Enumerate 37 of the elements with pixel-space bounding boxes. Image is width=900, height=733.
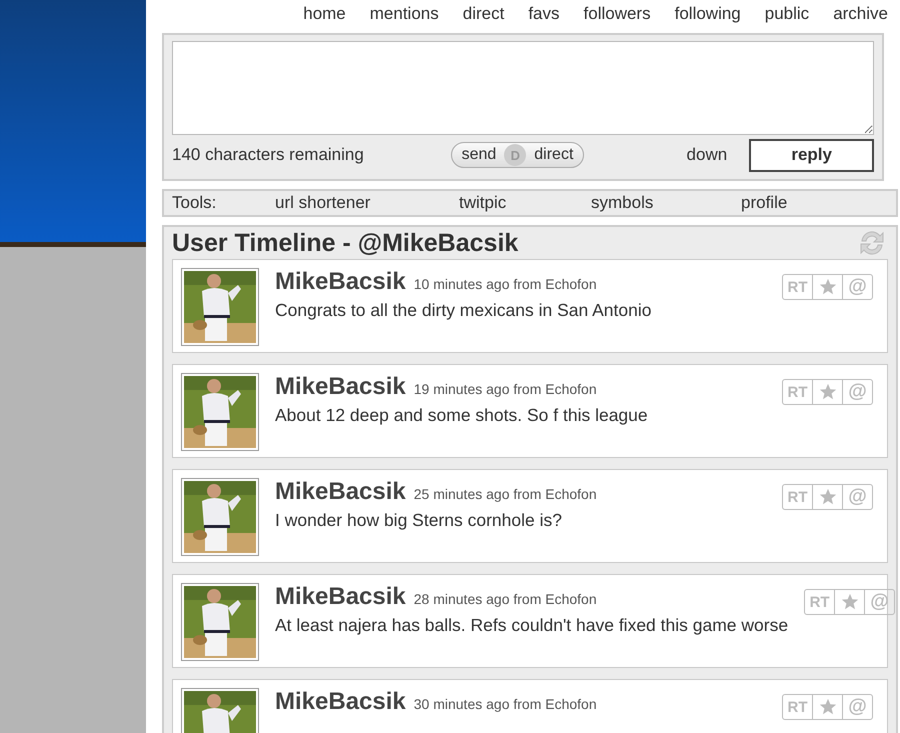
tweet-meta: 19 minutes ago from Echofon <box>414 381 597 397</box>
tools-label: Tools: <box>172 193 218 213</box>
nav-link[interactable]: mentions <box>358 4 451 24</box>
tweet-meta: 30 minutes ago from Echofon <box>414 696 597 712</box>
tool-link[interactable]: profile <box>741 193 788 213</box>
nav-link[interactable]: followers <box>572 4 663 24</box>
nav-link[interactable]: archive <box>821 4 898 24</box>
reply-button[interactable]: reply <box>749 138 874 172</box>
tweet-input-field[interactable] <box>172 41 874 135</box>
tweet-text: I wonder how big Sterns cornhole is? <box>275 510 563 531</box>
tweet-text: At least najera has balls. Refs couldn't have fixed this game worse <box>275 615 788 636</box>
username-link[interactable]: MikeBacsik <box>275 478 406 506</box>
character-counter: 140 characters remaining <box>172 145 365 165</box>
tweet-text: About 12 deep and some shots. So f this league <box>275 405 649 426</box>
nav-link[interactable]: favs <box>516 4 572 24</box>
timeline-title: User Timeline - @MikeBacsik <box>172 228 518 258</box>
star-icon[interactable] <box>818 698 836 716</box>
nav-link[interactable]: public <box>752 4 822 24</box>
tool-link[interactable]: twitpic <box>459 193 591 213</box>
star-icon[interactable] <box>818 488 836 506</box>
tweet-text: Congrats to all the dirty mexicans in San Antonio <box>275 300 652 321</box>
nav-link[interactable]: following <box>662 4 753 24</box>
tweet-meta: 28 minutes ago from Echofon <box>414 591 597 607</box>
star-icon[interactable] <box>818 383 836 401</box>
tweet-meta: 10 minutes ago from Echofon <box>414 276 597 292</box>
star-icon[interactable] <box>818 278 836 296</box>
username-link[interactable]: MikeBacsik <box>275 688 406 716</box>
tool-link[interactable]: url shortener <box>275 193 459 213</box>
tweet-meta: 25 minutes ago from Echofon <box>414 486 597 502</box>
tool-link[interactable]: symbols <box>591 193 741 213</box>
nav-link[interactable]: home <box>291 4 358 24</box>
username-link[interactable]: MikeBacsik <box>275 373 406 401</box>
nav-link[interactable]: direct <box>450 4 516 24</box>
star-icon[interactable] <box>840 593 859 611</box>
down-button[interactable]: down <box>664 145 750 165</box>
username-link[interactable]: MikeBacsik <box>275 268 406 296</box>
username-link[interactable]: MikeBacsik <box>275 583 406 611</box>
